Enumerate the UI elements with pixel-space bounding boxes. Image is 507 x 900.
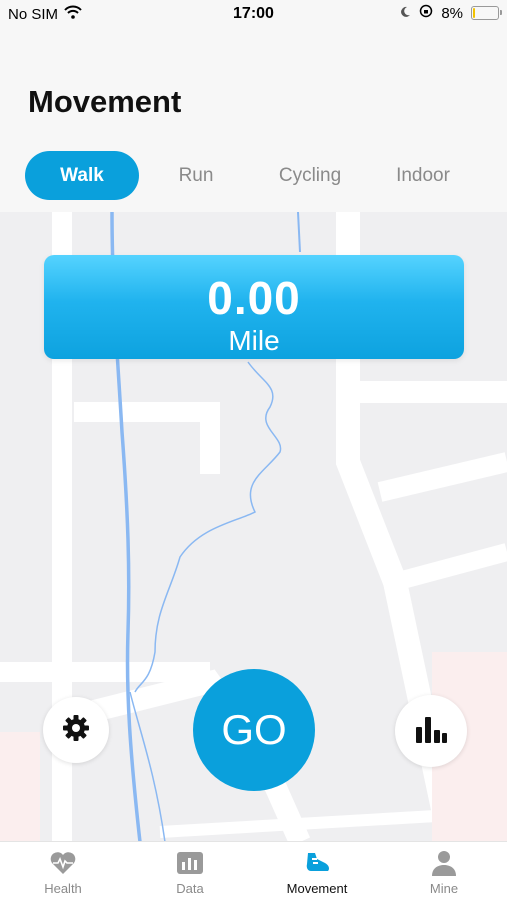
nav-item-health[interactable]: Health xyxy=(0,842,126,900)
distance-card: 0.00 Mile xyxy=(44,255,464,359)
moon-icon xyxy=(399,5,411,22)
status-bar: No SIM 17:00 8% xyxy=(0,0,507,30)
tab-run[interactable]: Run xyxy=(139,151,253,200)
battery-icon xyxy=(471,6,502,20)
bar-chart-icon xyxy=(176,849,204,877)
header: No SIM 17:00 8% Movement Walk Run Cyclin… xyxy=(0,0,507,212)
nav-label-mine: Mine xyxy=(429,881,459,896)
gear-icon xyxy=(60,712,92,749)
stats-button[interactable] xyxy=(395,695,467,767)
orientation-lock-icon xyxy=(419,4,433,22)
nav-item-data[interactable]: Data xyxy=(127,842,253,900)
distance-value: 0.00 xyxy=(207,272,301,324)
nav-item-mine[interactable]: Mine xyxy=(381,842,507,900)
activity-tabs: Walk Run Cycling Indoor xyxy=(25,151,485,200)
status-right: 8% xyxy=(399,4,502,22)
tab-indoor[interactable]: Indoor xyxy=(366,151,480,200)
shoe-icon xyxy=(303,849,331,877)
user-icon xyxy=(430,849,458,877)
tab-cycling[interactable]: Cycling xyxy=(253,151,367,200)
nav-item-movement[interactable]: Movement xyxy=(254,842,380,900)
nav-label-data: Data xyxy=(176,881,204,896)
distance-unit: Mile xyxy=(228,325,280,356)
bar-chart-icon xyxy=(413,713,449,750)
tab-walk[interactable]: Walk xyxy=(25,151,139,200)
go-button[interactable]: GO xyxy=(193,669,315,791)
nav-label-movement: Movement xyxy=(286,881,348,896)
battery-level xyxy=(473,8,475,18)
settings-button[interactable] xyxy=(43,697,109,763)
heart-pulse-icon xyxy=(49,849,77,877)
battery-percent: 8% xyxy=(441,4,463,22)
page-title: Movement xyxy=(28,84,182,119)
bottom-nav: Health Data Movement Mine xyxy=(0,841,507,900)
nav-label-health: Health xyxy=(44,881,82,896)
